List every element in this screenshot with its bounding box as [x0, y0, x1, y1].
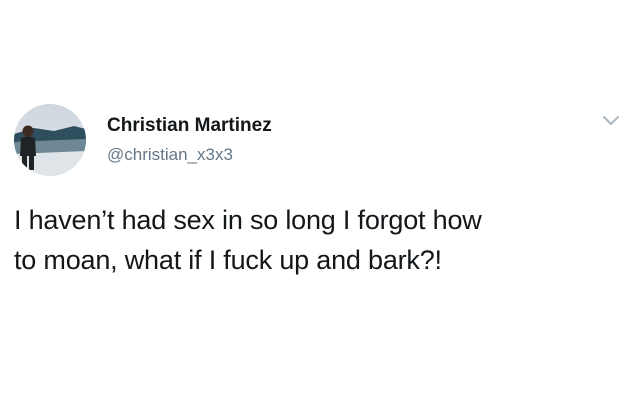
avatar[interactable] — [14, 104, 86, 176]
tweet-card: Christian Martinez @christian_x3x3 I hav… — [0, 0, 640, 414]
author-display-name[interactable]: Christian Martinez — [107, 114, 272, 138]
author-info: Christian Martinez @christian_x3x3 — [107, 114, 272, 166]
author-handle[interactable]: @christian_x3x3 — [107, 144, 272, 166]
avatar-photo — [14, 104, 86, 176]
tweet-header: Christian Martinez @christian_x3x3 — [14, 104, 626, 176]
tweet-text-line: I haven’t had sex in so long I forgot ho… — [14, 205, 482, 235]
chevron-down-icon[interactable] — [602, 114, 620, 126]
tweet-text: I haven’t had sex in so long I forgot ho… — [14, 200, 626, 280]
tweet-text-line: to moan, what if I fuck up and bark?! — [14, 245, 442, 275]
